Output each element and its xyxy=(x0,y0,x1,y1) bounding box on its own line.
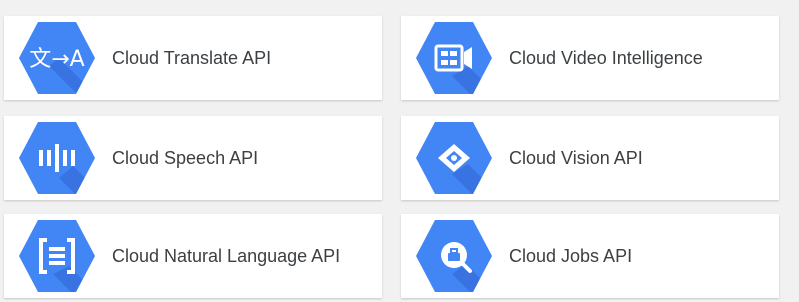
video-intelligence-icon xyxy=(416,20,492,96)
translate-icon: 文→A xyxy=(19,20,95,96)
card-label: Cloud Speech API xyxy=(112,148,259,168)
card-cloud-video-intelligence[interactable]: Cloud Video Intelligence xyxy=(401,16,779,100)
card-cloud-jobs-api[interactable]: Cloud Jobs API xyxy=(401,214,779,298)
card-label: Cloud Natural Language API xyxy=(112,246,341,266)
card-cloud-vision-api[interactable]: Cloud Vision API xyxy=(401,116,779,200)
card-cloud-speech-api[interactable]: Cloud Speech API xyxy=(4,116,382,200)
card-cloud-translate-api[interactable]: 文→A Cloud Translate API xyxy=(4,16,382,100)
vision-icon xyxy=(416,120,492,196)
translate-glyph: 文→A xyxy=(29,47,84,72)
card-label: Cloud Vision API xyxy=(509,148,643,168)
card-label: Cloud Translate API xyxy=(112,48,272,68)
api-card-grid: 文→A Cloud Translate API Cloud Video Inte… xyxy=(0,0,799,302)
card-label: Cloud Video Intelligence xyxy=(509,48,703,68)
natural-language-icon xyxy=(19,218,95,294)
card-label: Cloud Jobs API xyxy=(509,246,633,266)
jobs-icon xyxy=(416,218,492,294)
speech-icon xyxy=(19,120,95,196)
card-cloud-natural-language-api[interactable]: Cloud Natural Language API xyxy=(4,214,382,298)
